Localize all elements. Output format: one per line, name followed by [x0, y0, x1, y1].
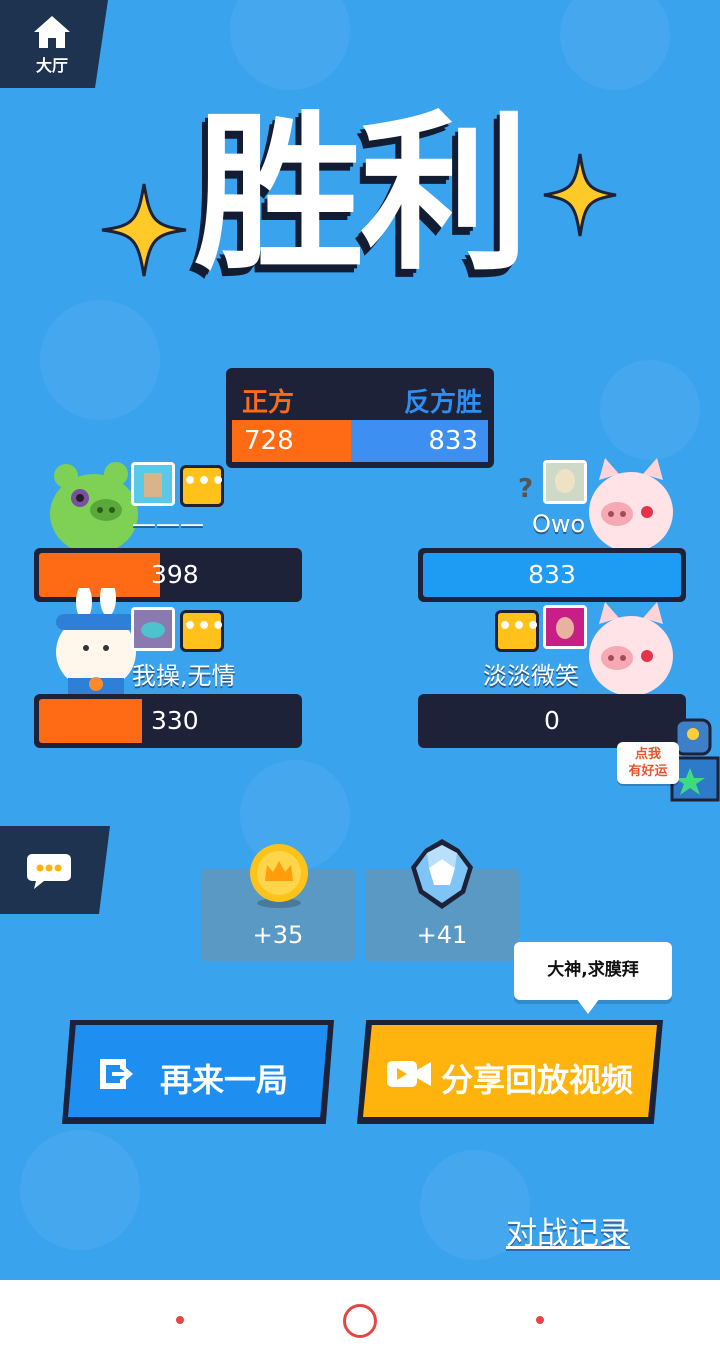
- player-name: ———: [132, 510, 204, 538]
- bg-decoration: [20, 1130, 140, 1250]
- play-again-label: 再来一局: [160, 1061, 289, 1099]
- player-name: Owo: [532, 510, 586, 538]
- team-b-label: 反方胜: [403, 388, 482, 418]
- taunt-speech-bubble: 大神,求膜拜: [514, 942, 672, 1014]
- victory-title: 胜利: [193, 96, 530, 294]
- system-nav-bar: [0, 1280, 720, 1360]
- diamond-reward-tile: +41: [365, 839, 519, 961]
- bg-decoration: [230, 0, 350, 90]
- play-again-button[interactable]: 再来一局: [62, 1020, 334, 1124]
- coin-reward-tile: +35: [201, 844, 355, 961]
- speaking-badge: •••: [495, 610, 540, 652]
- player-avatar[interactable]: [543, 605, 587, 649]
- green-pig-mascot: [50, 462, 138, 554]
- video-camera-icon: [387, 1061, 431, 1087]
- diamond-amount: +41: [416, 921, 468, 949]
- speaking-badge: •••: [180, 610, 225, 652]
- nav-home-button[interactable]: [343, 1304, 377, 1338]
- player-name: 淡淡微笑: [483, 662, 579, 690]
- team-a-score: 728: [232, 420, 352, 462]
- player-score: 398: [151, 560, 199, 589]
- battle-record-link[interactable]: 对战记录: [506, 1208, 630, 1253]
- share-replay-button[interactable]: 分享回放视频: [357, 1020, 663, 1124]
- diamond-icon: [411, 839, 473, 909]
- nav-back-button[interactable]: [176, 1316, 184, 1324]
- score-fill: [39, 699, 143, 743]
- team-b-score: 833: [351, 420, 488, 462]
- pink-pig-mascot: [589, 458, 673, 552]
- nav-recents-button[interactable]: [536, 1316, 544, 1324]
- home-icon: [34, 16, 70, 48]
- lucky-label-line2: 有好运: [628, 764, 668, 779]
- lobby-button[interactable]: 大厅: [0, 0, 108, 88]
- bg-decoration: [600, 360, 700, 460]
- lucky-box-button[interactable]: 点我 有好运: [617, 742, 679, 784]
- team-scoreboard: 正方 反方胜 728 833: [226, 368, 494, 468]
- team-score-bar: 728 833: [232, 420, 488, 462]
- player-score-bar: 833: [418, 548, 686, 602]
- player-avatar[interactable]: [131, 607, 175, 651]
- team-a-label: 正方: [242, 388, 295, 418]
- bg-decoration: [560, 0, 670, 90]
- player-score: 330: [151, 706, 199, 735]
- player-name: 我操,无情: [132, 662, 236, 690]
- share-replay-label: 分享回放视频: [441, 1061, 634, 1099]
- victory-screen: 大厅 胜利 正方 反方胜 728 833 ••• ——— 398 ••• 我操,…: [0, 0, 720, 1280]
- pink-pig-mascot: [589, 602, 673, 696]
- rabbit-mascot: [56, 588, 136, 694]
- question-mark-icon: ?: [518, 474, 534, 504]
- crown-coin-icon: [250, 844, 308, 908]
- bg-decoration: [40, 300, 160, 420]
- player-score: 0: [544, 706, 560, 735]
- speaking-badge: •••: [180, 465, 225, 507]
- player-score-bar: 0: [418, 694, 686, 748]
- exit-arrow-icon: [100, 1059, 134, 1089]
- lucky-label-line1: 点我: [634, 747, 661, 762]
- lobby-label: 大厅: [35, 56, 68, 75]
- player-avatar[interactable]: [543, 460, 587, 504]
- player-score-bar: 330: [34, 694, 302, 748]
- player-score: 833: [528, 560, 576, 589]
- player-avatar[interactable]: [131, 462, 175, 506]
- coin-amount: +35: [252, 921, 304, 949]
- chat-bubble-icon: [27, 854, 71, 889]
- chat-button[interactable]: [0, 826, 110, 914]
